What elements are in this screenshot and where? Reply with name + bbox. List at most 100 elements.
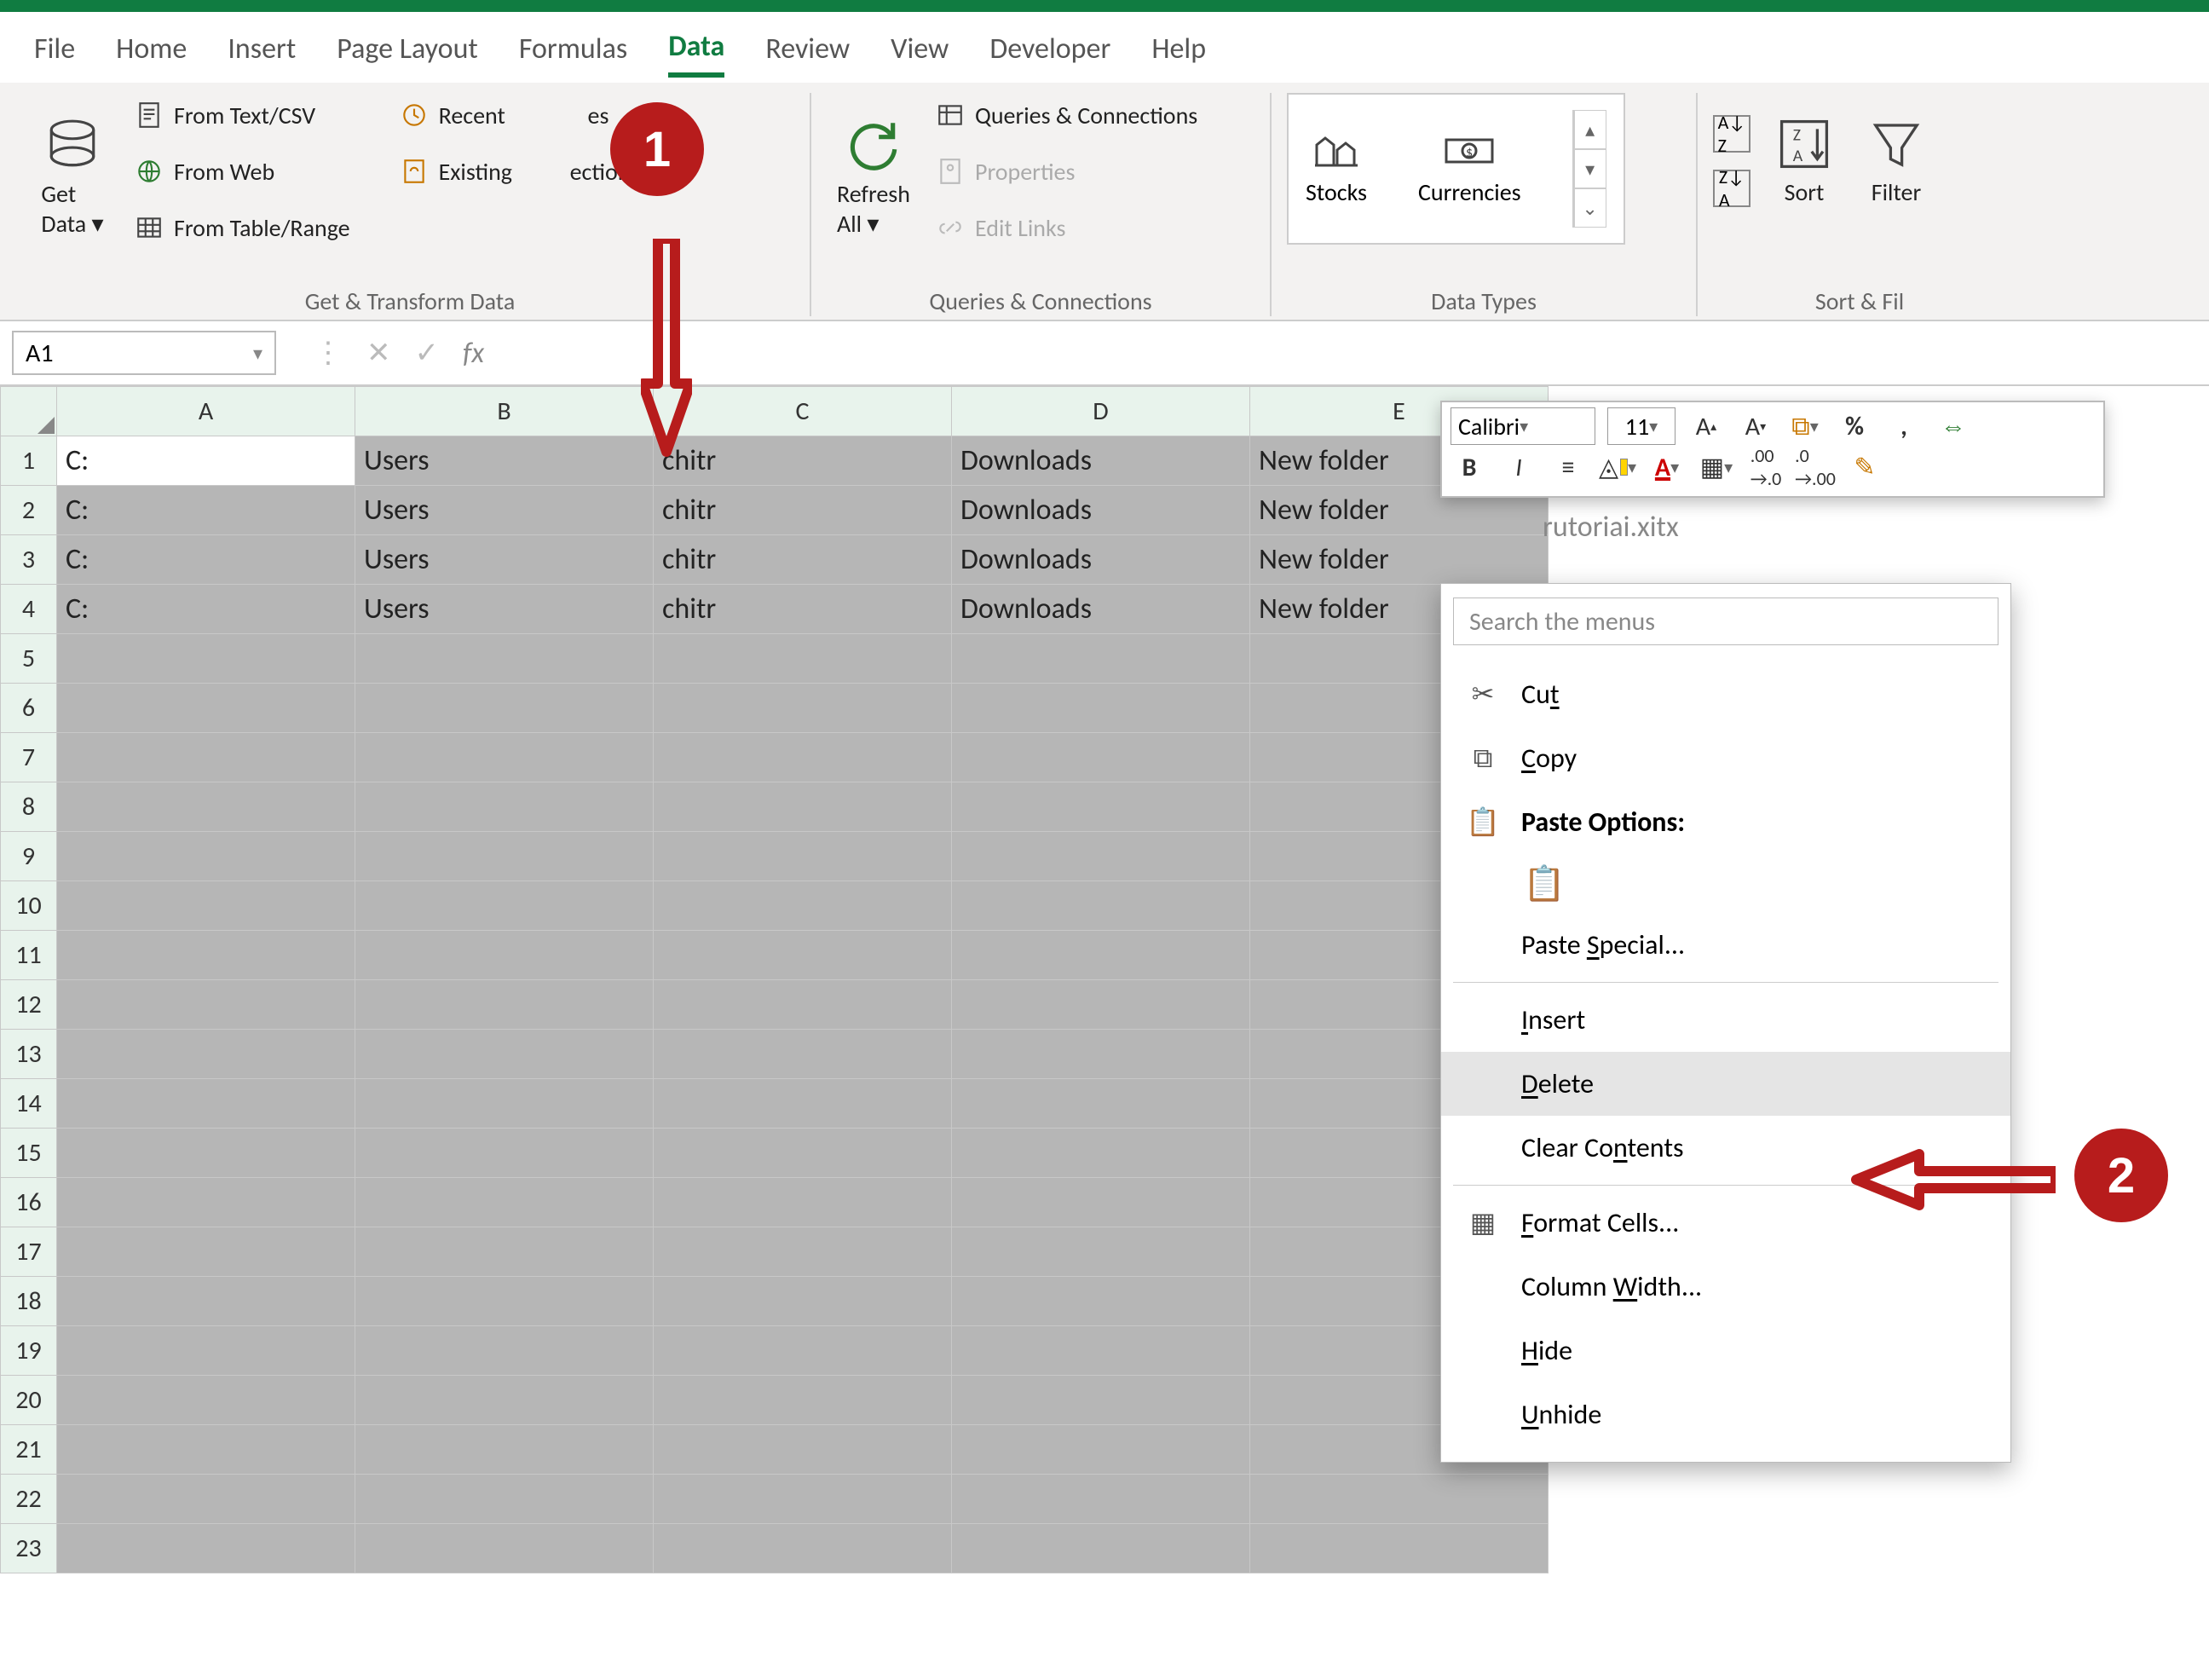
cell-B19[interactable] xyxy=(355,1326,654,1376)
cell-C23[interactable] xyxy=(654,1524,952,1573)
increase-decimal-icon[interactable]: .00→.0 xyxy=(1747,448,1785,486)
tab-help[interactable]: Help xyxy=(1151,32,1206,75)
row-header-10[interactable]: 10 xyxy=(1,881,57,931)
cell-C19[interactable] xyxy=(654,1326,952,1376)
tab-home[interactable]: Home xyxy=(116,32,187,75)
cell-D5[interactable] xyxy=(952,634,1250,684)
increase-font-icon[interactable]: A▴ xyxy=(1687,407,1725,445)
accounting-format-icon[interactable]: ⧉ xyxy=(1786,407,1824,445)
from-table-range-button[interactable]: From Table/Range xyxy=(135,205,350,250)
cell-A23[interactable] xyxy=(57,1524,355,1573)
cell-D22[interactable] xyxy=(952,1475,1250,1524)
cell-B21[interactable] xyxy=(355,1425,654,1475)
get-data-button[interactable]: GetData ▾ xyxy=(26,93,119,263)
hide-menu-item[interactable]: Hide xyxy=(1441,1319,2010,1383)
cell-C13[interactable] xyxy=(654,1030,952,1079)
tab-formulas[interactable]: Formulas xyxy=(519,32,627,75)
fill-color-icon[interactable]: ◬ xyxy=(1599,448,1636,486)
scroll-more-icon[interactable]: ⌄ xyxy=(1574,188,1606,228)
delete-menu-item[interactable]: Delete xyxy=(1441,1052,2010,1116)
row-header-19[interactable]: 19 xyxy=(1,1326,57,1376)
align-center-icon[interactable]: ≡ xyxy=(1549,448,1587,486)
tab-review[interactable]: Review xyxy=(765,32,850,75)
decrease-font-icon[interactable]: A▾ xyxy=(1737,407,1774,445)
cell-D21[interactable] xyxy=(952,1425,1250,1475)
cell-A6[interactable] xyxy=(57,684,355,733)
cell-C18[interactable] xyxy=(654,1277,952,1326)
cell-E3[interactable]: New folder xyxy=(1250,535,1549,585)
row-header-18[interactable]: 18 xyxy=(1,1277,57,1326)
row-header-11[interactable]: 11 xyxy=(1,931,57,980)
decrease-decimal-icon[interactable]: .0→.00 xyxy=(1797,448,1834,486)
row-header-6[interactable]: 6 xyxy=(1,684,57,733)
cell-C3[interactable]: chitr xyxy=(654,535,952,585)
cell-A21[interactable] xyxy=(57,1425,355,1475)
cell-B8[interactable] xyxy=(355,782,654,832)
cell-B7[interactable] xyxy=(355,733,654,782)
context-menu-search[interactable]: Search the menus xyxy=(1453,598,1998,645)
cell-C15[interactable] xyxy=(654,1129,952,1178)
cell-D13[interactable] xyxy=(952,1030,1250,1079)
cell-B15[interactable] xyxy=(355,1129,654,1178)
filter-button[interactable]: Filter xyxy=(1858,93,1935,229)
cell-C1[interactable]: chitr xyxy=(654,436,952,486)
cell-D16[interactable] xyxy=(952,1178,1250,1227)
cell-A22[interactable] xyxy=(57,1475,355,1524)
cell-A7[interactable] xyxy=(57,733,355,782)
cell-B2[interactable]: Users xyxy=(355,486,654,535)
currencies-datatype-button[interactable]: $ Currencies xyxy=(1418,131,1521,207)
cell-D11[interactable] xyxy=(952,931,1250,980)
cell-B4[interactable]: Users xyxy=(355,585,654,634)
cell-A16[interactable] xyxy=(57,1178,355,1227)
refresh-all-button[interactable]: RefreshAll ▾ xyxy=(827,93,920,263)
column-header-D[interactable]: D xyxy=(952,387,1250,436)
cell-D19[interactable] xyxy=(952,1326,1250,1376)
row-header-7[interactable]: 7 xyxy=(1,733,57,782)
row-header-13[interactable]: 13 xyxy=(1,1030,57,1079)
sort-dialog-button[interactable]: ZA Sort xyxy=(1766,93,1843,229)
copy-menu-item[interactable]: ⧉ Copy xyxy=(1441,726,2010,790)
merge-center-icon[interactable]: ⇔ xyxy=(1935,407,1972,445)
row-header-21[interactable]: 21 xyxy=(1,1425,57,1475)
cut-menu-item[interactable]: ✂ Cut xyxy=(1441,662,2010,726)
cell-B23[interactable] xyxy=(355,1524,654,1573)
row-header-16[interactable]: 16 xyxy=(1,1178,57,1227)
tab-insert[interactable]: Insert xyxy=(228,32,296,75)
cell-D12[interactable] xyxy=(952,980,1250,1030)
column-header-B[interactable]: B xyxy=(355,387,654,436)
name-box[interactable]: A1 ▾ xyxy=(12,331,276,375)
cell-B22[interactable] xyxy=(355,1475,654,1524)
cell-A20[interactable] xyxy=(57,1376,355,1425)
cell-A11[interactable] xyxy=(57,931,355,980)
cell-D7[interactable] xyxy=(952,733,1250,782)
cell-C14[interactable] xyxy=(654,1079,952,1129)
cell-B17[interactable] xyxy=(355,1227,654,1277)
cell-D15[interactable] xyxy=(952,1129,1250,1178)
cell-A12[interactable] xyxy=(57,980,355,1030)
recent-sources-button[interactable]: Recent XXXXX es xyxy=(400,93,640,137)
row-header-22[interactable]: 22 xyxy=(1,1475,57,1524)
datatypes-scroll[interactable]: ▴ ▾ ⌄ xyxy=(1572,110,1606,228)
cell-C17[interactable] xyxy=(654,1227,952,1277)
select-all-corner[interactable] xyxy=(1,387,57,436)
italic-icon[interactable]: I xyxy=(1500,448,1537,486)
from-text-csv-button[interactable]: From Text/CSV xyxy=(135,93,350,137)
cell-B16[interactable] xyxy=(355,1178,654,1227)
cell-B5[interactable] xyxy=(355,634,654,684)
cell-B10[interactable] xyxy=(355,881,654,931)
row-header-23[interactable]: 23 xyxy=(1,1524,57,1573)
cell-D23[interactable] xyxy=(952,1524,1250,1573)
chevron-down-icon[interactable]: ▾ xyxy=(253,342,262,365)
cell-C21[interactable] xyxy=(654,1425,952,1475)
fx-icon[interactable]: fx xyxy=(463,336,484,371)
cell-D4[interactable]: Downloads xyxy=(952,585,1250,634)
unhide-menu-item[interactable]: Unhide xyxy=(1441,1383,2010,1446)
cell-B18[interactable] xyxy=(355,1277,654,1326)
bold-icon[interactable]: B xyxy=(1451,448,1488,486)
comma-style-icon[interactable]: , xyxy=(1885,407,1923,445)
cell-B11[interactable] xyxy=(355,931,654,980)
row-header-9[interactable]: 9 xyxy=(1,832,57,881)
row-header-8[interactable]: 8 xyxy=(1,782,57,832)
cell-A10[interactable] xyxy=(57,881,355,931)
sort-descending-button[interactable]: Z↓A xyxy=(1713,170,1750,207)
